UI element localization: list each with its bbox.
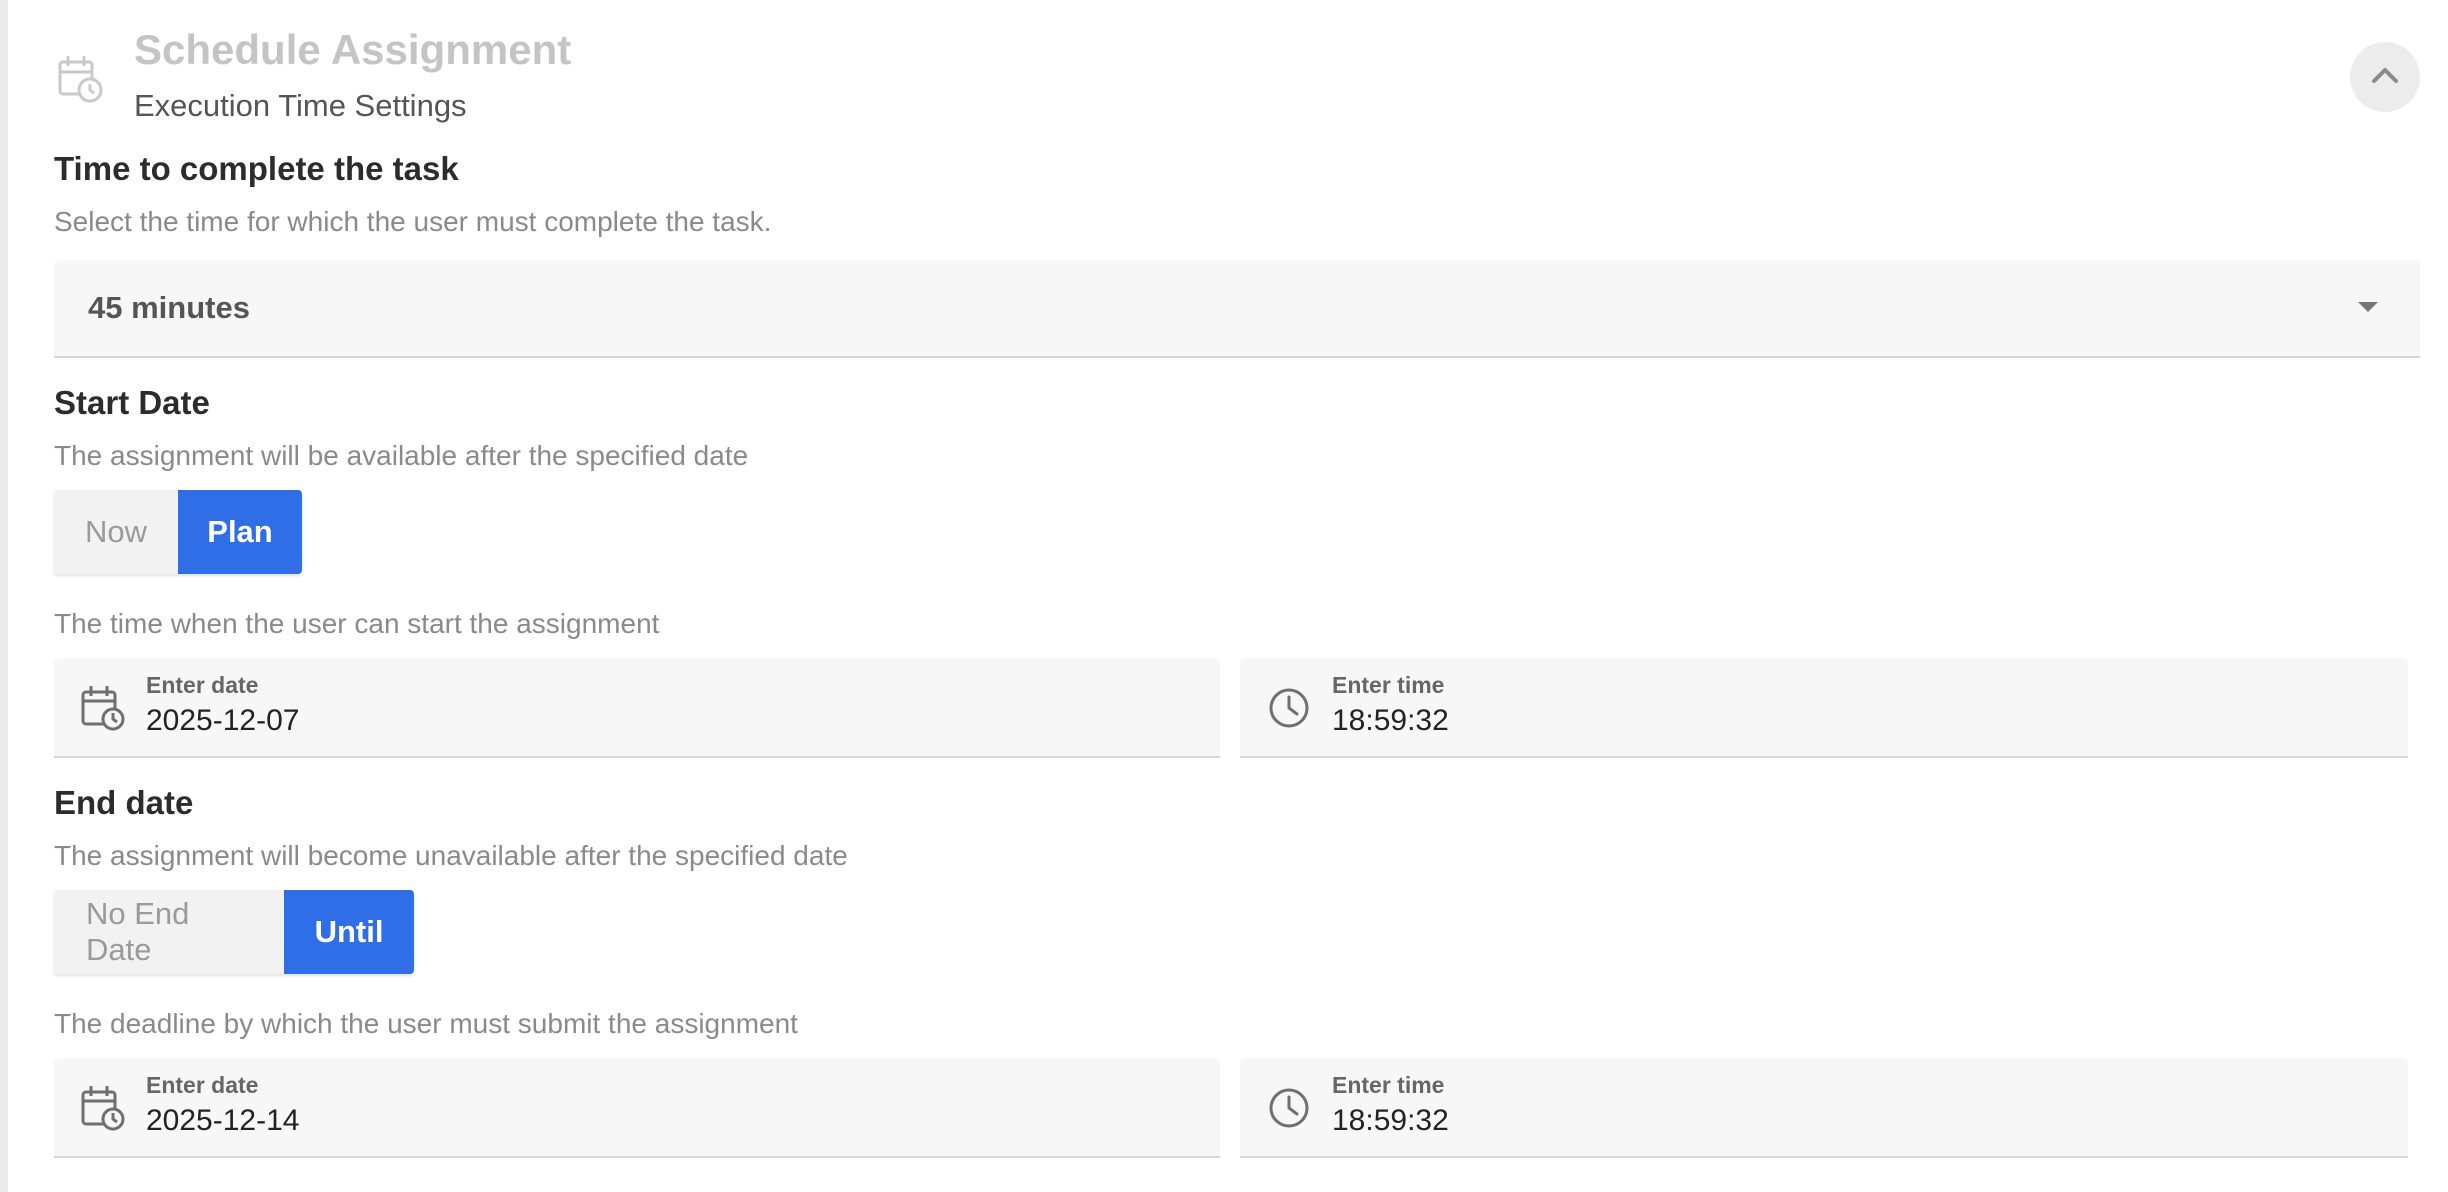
end-time-value: 18:59:32 [1332,1104,1449,1137]
end-date-value: 2025-12-14 [146,1104,300,1137]
schedule-assignment-card: Schedule Assignment Execution Time Setti… [0,0,2448,1192]
end-date-helper: The deadline by which the user must subm… [54,1008,798,1039]
page-title: Schedule Assignment [134,26,572,73]
clock-icon [1266,1084,1312,1132]
start-time-value: 18:59:32 [1332,704,1449,737]
end-date-label: Enter date [146,1072,259,1098]
calendar-clock-icon [56,52,104,104]
time-to-complete-description: Select the time for which the user must … [54,206,772,237]
time-to-complete-title: Time to complete the task [54,150,459,187]
calendar-clock-icon [80,684,126,732]
start-date-title: Start Date [54,384,210,421]
page-subtitle: Execution Time Settings [134,88,467,123]
collapse-button[interactable] [2350,42,2420,112]
chevron-up-icon [2370,65,2400,90]
end-date-description: The assignment will become unavailable a… [54,840,848,871]
calendar-clock-icon [80,1084,126,1132]
start-plan-button[interactable]: Plan [178,490,302,574]
until-button[interactable]: Until [284,890,414,974]
end-date-title: End date [54,784,194,821]
duration-select-value: 45 minutes [88,290,250,325]
start-time-field[interactable]: Enter time 18:59:32 [1240,658,2408,758]
no-end-date-button[interactable]: No End Date [54,890,284,974]
clock-icon [1266,684,1312,732]
start-date-description: The assignment will be available after t… [54,440,749,471]
end-date-toggle: No End Date Until [54,890,414,974]
dropdown-arrow-icon [2358,302,2378,312]
start-date-toggle: Now Plan [54,490,302,574]
start-date-label: Enter date [146,672,259,698]
end-time-label: Enter time [1332,1072,1445,1098]
end-date-field[interactable]: Enter date 2025-12-14 [54,1058,1220,1158]
start-time-label: Enter time [1332,672,1445,698]
start-date-value: 2025-12-07 [146,704,300,737]
card-header: Schedule Assignment Execution Time Setti… [8,0,2448,140]
start-date-field[interactable]: Enter date 2025-12-07 [54,658,1220,758]
duration-select[interactable]: 45 minutes [54,260,2420,358]
end-time-field[interactable]: Enter time 18:59:32 [1240,1058,2408,1158]
start-date-helper: The time when the user can start the ass… [54,608,660,639]
start-now-button[interactable]: Now [54,490,178,574]
